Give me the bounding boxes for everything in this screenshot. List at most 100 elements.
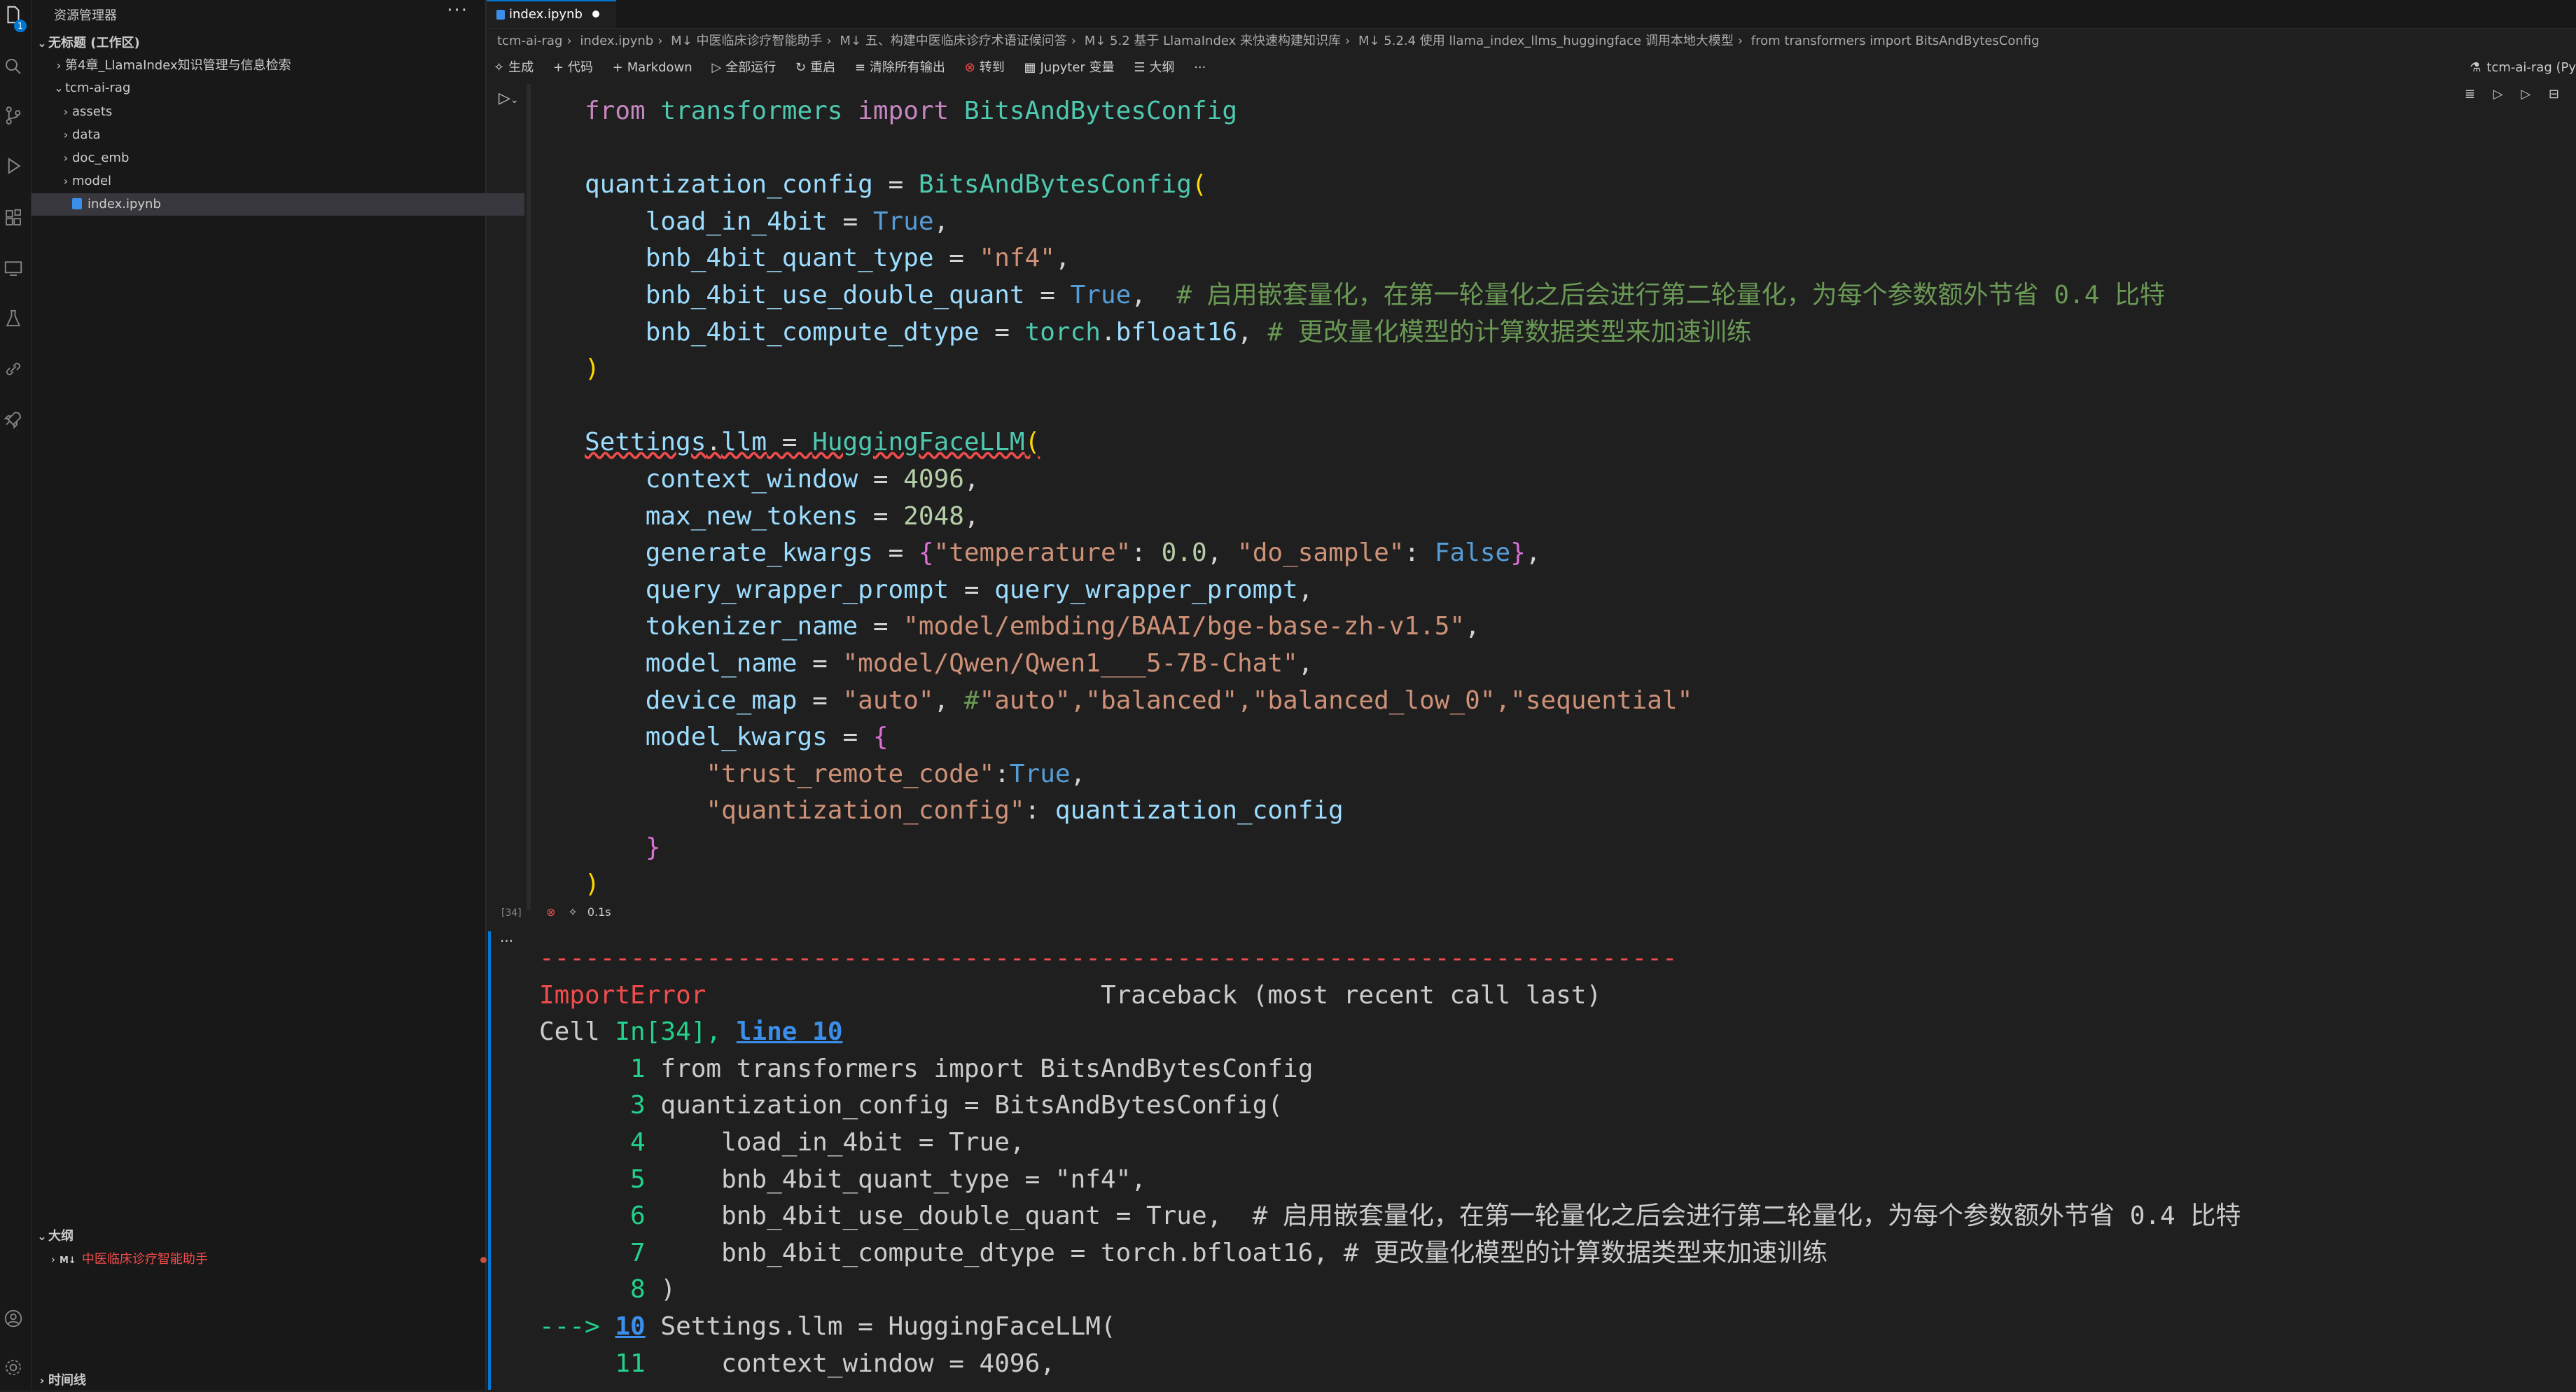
rocket-icon[interactable] (3, 409, 24, 430)
tree-item-label: assets (72, 104, 113, 119)
tree-item-label: data (72, 127, 101, 142)
chevron-right-icon: › (39, 1374, 45, 1387)
modified-dot-icon (480, 1257, 487, 1263)
toolbar-more-button[interactable]: ··· (1194, 56, 1206, 80)
tab-label: index.ipynb (509, 7, 583, 22)
tree-item-label: index.ipynb (88, 197, 161, 211)
chevron-right-icon: › (826, 34, 832, 48)
source-control-icon[interactable] (3, 105, 24, 126)
code-label: 代码 (567, 60, 593, 75)
add-markdown-button[interactable]: + Markdown (613, 56, 692, 80)
kernel-picker[interactable]: ⚗ tcm-ai-rag (Py (2470, 56, 2576, 80)
tree-item-data[interactable]: › data (32, 124, 512, 146)
sparkle-icon: ✧ (494, 60, 505, 75)
explorer-title: 资源管理器 (54, 8, 117, 23)
link-icon[interactable] (3, 359, 24, 380)
markdown-icon: M↓ (60, 1255, 76, 1266)
cell-source-code[interactable]: from transformers import BitsAndBytesCon… (585, 93, 2165, 903)
error-arrow: ---> (539, 1311, 615, 1341)
outline-item[interactable]: › M↓ 中医临床诊疗智能助手 (32, 1248, 499, 1271)
tree-item-assets[interactable]: › assets (32, 101, 512, 123)
breadcrumb-item[interactable]: M↓ 5.2.4 使用 llama_index_llms_huggingface… (1358, 34, 1734, 48)
run-by-line-icon[interactable]: ≣ (2465, 87, 2475, 102)
chevron-down-icon: ⌄ (510, 95, 519, 106)
outline-button[interactable]: ☰ 大纲 (1134, 56, 1174, 80)
output-more-icon[interactable]: ··· (500, 933, 513, 949)
activity-bar: 1 (0, 0, 32, 1390)
generate-button[interactable]: ✧ 生成 (494, 56, 534, 80)
cell-prefix: Cell (539, 1017, 615, 1047)
tree-item-label: model (72, 174, 112, 188)
split-cell-icon[interactable]: ⊟ (2549, 87, 2559, 102)
tab-index-ipynb[interactable]: index.ipynb (487, 0, 616, 28)
chevron-right-icon: › (1737, 34, 1743, 48)
account-icon[interactable] (3, 1308, 24, 1329)
chevron-right-icon: › (50, 1253, 56, 1266)
traceback-title: Traceback (most recent call last) (1100, 980, 1602, 1010)
remote-explorer-icon[interactable] (3, 258, 24, 279)
chevron-right-icon: › (1345, 34, 1351, 48)
chevron-down-icon: ⌄ (37, 36, 47, 50)
cell-status: ⊗ ✧ 0.1s (546, 905, 611, 919)
clear-icon: ≡ (854, 60, 865, 75)
chevron-down-icon: ⌄ (54, 81, 64, 95)
outline-section[interactable]: ⌄ 大纲 (32, 1225, 488, 1248)
outline-label: 大纲 (1149, 60, 1175, 75)
breadcrumb-item[interactable]: from transformers import BitsAndBytesCon… (1751, 34, 2040, 48)
tree-item-label: doc_emb (72, 151, 130, 165)
breadcrumb-item[interactable]: M↓ 5.2 基于 LlamaIndex 来快速构建知识库 (1085, 34, 1341, 48)
breadcrumb-item[interactable]: index.ipynb (580, 34, 653, 48)
breadcrumb-item[interactable]: M↓ 中医临床诊疗智能助手 (671, 34, 822, 48)
cell-left-border (527, 84, 531, 910)
generate-label: 生成 (508, 60, 534, 75)
tree-item-index-ipynb[interactable]: index.ipynb (32, 193, 524, 216)
add-code-button[interactable]: + 代码 (553, 56, 593, 80)
variables-icon: ▦ (1024, 60, 1036, 75)
run-all-label: 全部运行 (725, 60, 777, 75)
execute-below-icon[interactable]: ▷ (2521, 87, 2530, 102)
traceback-output[interactable]: ----------------------------------------… (539, 940, 2241, 1382)
jupyter-variables-button[interactable]: ▦ Jupyter 变量 (1024, 56, 1115, 80)
goto-button[interactable]: ⊗ 转到 (965, 56, 1005, 80)
markdown-label: Markdown (627, 60, 692, 75)
testing-icon[interactable] (3, 308, 24, 329)
chevron-right-icon: › (63, 151, 69, 165)
chevron-right-icon: › (63, 128, 69, 141)
tree-item-label: 第4章_LlamaIndex知识管理与信息检索 (65, 58, 291, 73)
chevron-right-icon: › (657, 34, 663, 48)
line-link[interactable]: line 10 (737, 1017, 843, 1046)
notebook-file-icon (496, 10, 505, 20)
breadcrumb: tcm-ai-rag › index.ipynb › M↓ 中医临床诊疗智能助手 › … (497, 31, 2040, 52)
cell-toolbar: ≣ ▷ ▷ ⊟ (2465, 87, 2559, 108)
more-actions-icon[interactable]: ··· (447, 0, 468, 21)
breadcrumb-item[interactable]: M↓ 五、构建中医临床诊疗术语证候问答 (840, 34, 1066, 48)
timeline-section[interactable]: › 时间线 (32, 1370, 488, 1392)
cell-duration: 0.1s (587, 905, 611, 919)
search-icon[interactable] (3, 56, 24, 77)
tree-item-label: tcm-ai-rag (65, 81, 131, 95)
chevron-right-icon: › (63, 105, 69, 118)
chevron-right-icon: › (566, 34, 572, 48)
run-all-button[interactable]: ▷ 全部运行 (711, 56, 776, 80)
tree-item-doc-emb[interactable]: › doc_emb (32, 147, 512, 169)
execute-above-icon[interactable]: ▷ (2493, 87, 2503, 102)
tree-item-tcm-ai-rag[interactable]: ⌄ tcm-ai-rag (32, 77, 505, 99)
clear-outputs-button[interactable]: ≡ 清除所有输出 (855, 56, 945, 80)
execution-count: [34] (501, 907, 522, 919)
unsaved-dot-icon[interactable] (592, 11, 599, 18)
workspace-section[interactable]: ⌄ 无标题 (工作区) (32, 32, 488, 55)
breadcrumb-item[interactable]: tcm-ai-rag (497, 34, 562, 48)
restart-button[interactable]: ↻ 重启 (795, 56, 835, 80)
goto-label: 转到 (979, 60, 1005, 75)
tree-item-model[interactable]: › model (32, 170, 512, 193)
tree-item-chapter4[interactable]: › 第4章_LlamaIndex知识管理与信息检索 (32, 55, 505, 77)
error-icon: ⊗ (546, 905, 556, 919)
cell-reference: In[34], (615, 1017, 722, 1047)
gear-icon[interactable] (3, 1357, 24, 1378)
traceback-dashes: ----------------------------------------… (539, 944, 1678, 973)
run-debug-icon[interactable] (3, 155, 24, 176)
chevron-right-icon: › (1071, 34, 1076, 48)
run-cell-button[interactable]: ▷⌄ (499, 90, 520, 111)
sparkle-icon: ✧ (568, 905, 578, 919)
extensions-icon[interactable] (3, 207, 24, 228)
